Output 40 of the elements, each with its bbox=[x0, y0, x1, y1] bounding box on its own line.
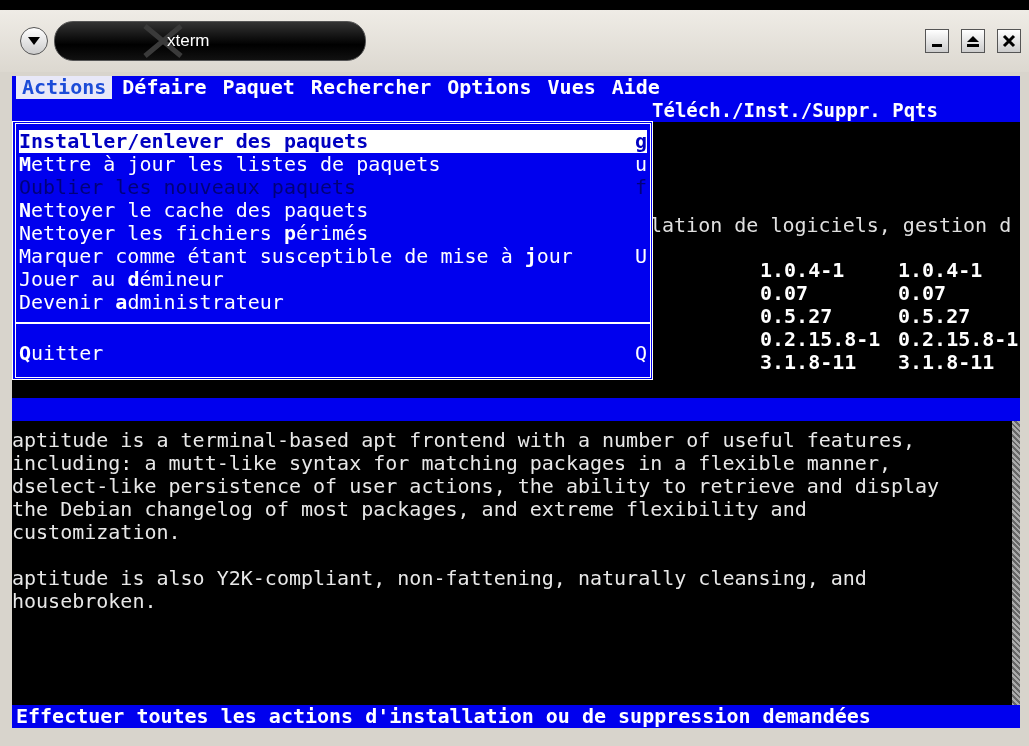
version-cell: 0.2.15.8-1 bbox=[898, 328, 1019, 351]
menu-bar-item[interactable]: Actions bbox=[16, 76, 113, 99]
menu-item[interactable]: Marquer comme étant susceptible de mise à jour U bbox=[19, 245, 647, 268]
menu-item[interactable]: Quitter Q bbox=[19, 342, 647, 365]
menu-bar-item[interactable]: Défaire bbox=[116, 76, 213, 99]
minimize-button[interactable] bbox=[925, 29, 949, 53]
version-cell-text: 0.2.15.8-1 bbox=[760, 328, 882, 351]
menu-item[interactable]: Mettre à jour les listes de paquets u bbox=[19, 153, 647, 176]
menu-bar-item[interactable]: Paquet bbox=[216, 76, 301, 99]
window-title: xterm bbox=[54, 21, 366, 61]
version-cell-text: 0.5.27 bbox=[760, 305, 834, 328]
version-cell: 0.5.27 bbox=[898, 305, 971, 328]
menu-bar-item[interactable]: Rechercher bbox=[304, 76, 438, 99]
menu-item[interactable]: Installer/enlever des paquets g bbox=[19, 130, 647, 153]
menu-item[interactable]: Jouer au démineur bbox=[19, 268, 647, 291]
caret-icon bbox=[27, 36, 41, 46]
header-title: Téléch./Inst./Suppr. Pqts bbox=[652, 99, 938, 122]
menu-item[interactable]: Nettoyer le cache des paquets bbox=[19, 199, 647, 222]
version-cell: 0.07 bbox=[898, 282, 947, 305]
version-cell-text: 3.1.8-11 bbox=[760, 351, 858, 374]
close-button[interactable] bbox=[997, 29, 1021, 53]
window-menu-button[interactable] bbox=[20, 27, 48, 55]
maximize-icon bbox=[966, 34, 980, 48]
minimize-icon bbox=[932, 43, 942, 47]
package-description-text: lation de logiciels, gestion d bbox=[650, 214, 1012, 237]
status-text: Effectuer toutes les actions d'installation ou de suppression demandées bbox=[15, 705, 871, 728]
menu-bar-item[interactable]: Aide bbox=[605, 76, 666, 99]
menu-item[interactable]: Nettoyer les fichiers périmés bbox=[19, 222, 647, 245]
version-cell-text: 1.0.4-1 bbox=[760, 259, 846, 282]
version-cell-text: 0.07 bbox=[760, 282, 810, 305]
maximize-button[interactable] bbox=[961, 29, 985, 53]
scrollbar[interactable] bbox=[1012, 421, 1020, 705]
version-cell: 3.1.8-11 bbox=[898, 351, 995, 374]
menu-bar-item[interactable]: Vues bbox=[541, 76, 602, 99]
description-paragraph: aptitude is a terminal-based apt frontend with a number of useful features, including: a mutt-like syntax for matching packages in a flexible manner, dselect-like persistence of user actions, the ability to retrieve and display the Debian changelog of most packages, and extreme flexibility and customization. bbox=[12, 429, 941, 544]
description-paragraph: aptitude is also Y2K-compliant, non-fattening, naturally cleansing, and housebroken. bbox=[12, 567, 868, 613]
version-cell: 1.0.4-1 bbox=[898, 259, 983, 282]
menu-bar-item[interactable]: Options bbox=[441, 76, 538, 99]
menu-item[interactable]: Devenir administrateur bbox=[19, 291, 647, 314]
close-icon bbox=[1002, 34, 1016, 48]
